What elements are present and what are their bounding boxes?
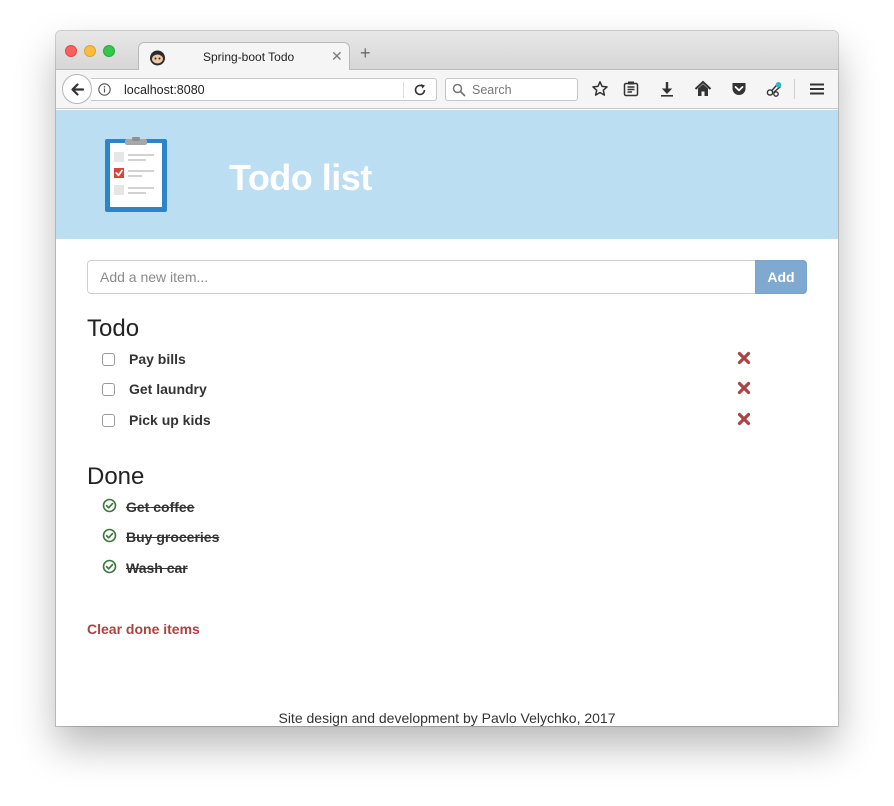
- github-octocat-icon: [150, 50, 165, 66]
- done-item: Get coffee: [102, 496, 402, 520]
- reading-list-icon[interactable]: [622, 80, 640, 98]
- url-bar[interactable]: localhost:8080: [91, 78, 437, 101]
- tab-title: Spring-boot Todo: [203, 50, 295, 64]
- extension-icon[interactable]: [765, 80, 783, 98]
- app-header: Todo list: [56, 110, 838, 239]
- clear-done-link[interactable]: Clear done items: [87, 621, 200, 637]
- check-circle-icon[interactable]: [102, 498, 117, 513]
- pocket-icon[interactable]: [730, 80, 748, 98]
- new-tab-icon[interactable]: +: [360, 44, 371, 62]
- todo-item: Get laundry: [102, 378, 762, 402]
- minimize-window-button[interactable]: [84, 45, 96, 57]
- add-button[interactable]: Add: [755, 260, 807, 294]
- check-circle-icon[interactable]: [102, 528, 117, 543]
- delete-icon[interactable]: [737, 351, 751, 365]
- info-icon[interactable]: [98, 83, 111, 96]
- search-input[interactable]: [472, 81, 572, 99]
- done-item: Wash car: [102, 557, 402, 581]
- done-item-label: Wash car: [126, 560, 188, 576]
- todo-checkbox[interactable]: [102, 353, 115, 366]
- done-heading: Done: [87, 463, 145, 490]
- nav-toolbar: localhost:8080: [56, 70, 838, 109]
- delete-icon[interactable]: [737, 381, 751, 395]
- clipboard-checklist-icon: [105, 137, 167, 212]
- page-content: Todo list Add Todo Pay bills Get laundry…: [56, 110, 838, 726]
- todo-checkbox[interactable]: [102, 383, 115, 396]
- tab-strip: Spring-boot Todo ✕ +: [56, 31, 838, 71]
- url-divider: [403, 82, 404, 98]
- tab-close-icon[interactable]: ✕: [331, 48, 343, 65]
- back-button[interactable]: [62, 74, 92, 104]
- search-bar[interactable]: [445, 78, 578, 101]
- back-arrow-icon: [71, 83, 85, 96]
- check-circle-icon[interactable]: [102, 559, 117, 574]
- search-icon: [452, 83, 466, 97]
- done-item-label: Buy groceries: [126, 529, 220, 545]
- footer-text: Site design and development by Pavlo Vel…: [278, 710, 616, 726]
- new-item-input[interactable]: [87, 260, 756, 294]
- todo-checkbox[interactable]: [102, 414, 115, 427]
- delete-icon[interactable]: [737, 412, 751, 426]
- app-title: Todo list: [229, 157, 372, 198]
- bookmark-star-icon[interactable]: [591, 80, 609, 98]
- todo-item-label: Get laundry: [129, 381, 207, 397]
- download-icon[interactable]: [658, 80, 676, 98]
- todo-item: Pay bills: [102, 348, 762, 372]
- done-item-label: Get coffee: [126, 499, 195, 515]
- hamburger-menu-icon[interactable]: [808, 80, 826, 98]
- close-window-button[interactable]: [65, 45, 77, 57]
- todo-item: Pick up kids: [102, 409, 762, 433]
- url-text[interactable]: localhost:8080: [124, 83, 205, 97]
- browser-window: Spring-boot Todo ✕ + localhost:8080 Sear…: [56, 31, 838, 726]
- done-item: Buy groceries: [102, 526, 402, 550]
- todo-item-label: Pick up kids: [129, 412, 211, 428]
- browser-tab[interactable]: Spring-boot Todo ✕: [138, 42, 350, 71]
- home-icon[interactable]: [694, 80, 712, 98]
- toolbar-divider: [794, 79, 795, 99]
- zoom-window-button[interactable]: [103, 45, 115, 57]
- todo-item-label: Pay bills: [129, 351, 186, 367]
- reload-icon[interactable]: [413, 83, 427, 97]
- todo-heading: Todo: [87, 315, 140, 342]
